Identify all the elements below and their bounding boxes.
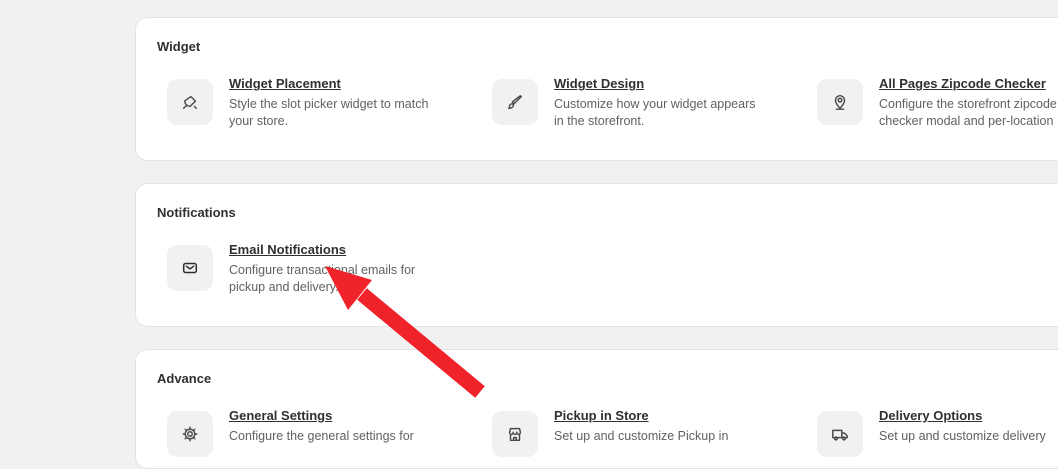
notifications-section-title: Notifications (157, 205, 236, 220)
envelope-icon (167, 245, 213, 291)
zipcode-checker-description: Configure the storefront zipcode checker… (879, 97, 1057, 128)
notifications-section-card: Notifications Email Notifications Config… (135, 183, 1058, 327)
gear-icon (167, 411, 213, 457)
email-notifications-link[interactable]: Email Notifications (229, 242, 346, 257)
widget-placement-item[interactable]: Widget Placement Style the slot picker w… (136, 76, 436, 136)
widget-design-description: Customize how your widget appears in the… (554, 97, 756, 128)
delivery-options-description: Set up and customize delivery (879, 429, 1046, 443)
widget-section-title: Widget (157, 39, 201, 54)
delivery-options-link[interactable]: Delivery Options (879, 408, 982, 423)
general-settings-item[interactable]: General Settings Configure the general s… (136, 408, 436, 468)
email-notifications-item[interactable]: Email Notifications Configure transactio… (136, 242, 436, 302)
pickup-in-store-item[interactable]: Pickup in Store Set up and customize Pic… (461, 408, 761, 468)
zipcode-checker-item[interactable]: All Pages Zipcode Checker Configure the … (786, 76, 1058, 136)
advance-section-title: Advance (157, 371, 212, 386)
widget-placement-description: Style the slot picker widget to match yo… (229, 97, 429, 128)
zipcode-checker-link[interactable]: All Pages Zipcode Checker (879, 76, 1046, 91)
general-settings-link[interactable]: General Settings (229, 408, 332, 423)
paintbrush-icon (492, 79, 538, 125)
location-pin-icon (817, 79, 863, 125)
brush-icon (167, 79, 213, 125)
widget-placement-link[interactable]: Widget Placement (229, 76, 341, 91)
truck-icon (817, 411, 863, 457)
widget-design-item[interactable]: Widget Design Customize how your widget … (461, 76, 761, 136)
pickup-in-store-link[interactable]: Pickup in Store (554, 408, 649, 423)
widget-section-card: Widget Widget Placement Style the slot p… (135, 17, 1058, 161)
advance-section-card: Advance General Settings Configure the g… (135, 349, 1058, 469)
delivery-options-item[interactable]: Delivery Options Set up and customize de… (786, 408, 1058, 468)
store-icon (492, 411, 538, 457)
pickup-in-store-description: Set up and customize Pickup in (554, 429, 729, 443)
email-notifications-description: Configure transactional emails for picku… (229, 263, 416, 294)
general-settings-description: Configure the general settings for (229, 429, 414, 443)
widget-design-link[interactable]: Widget Design (554, 76, 644, 91)
